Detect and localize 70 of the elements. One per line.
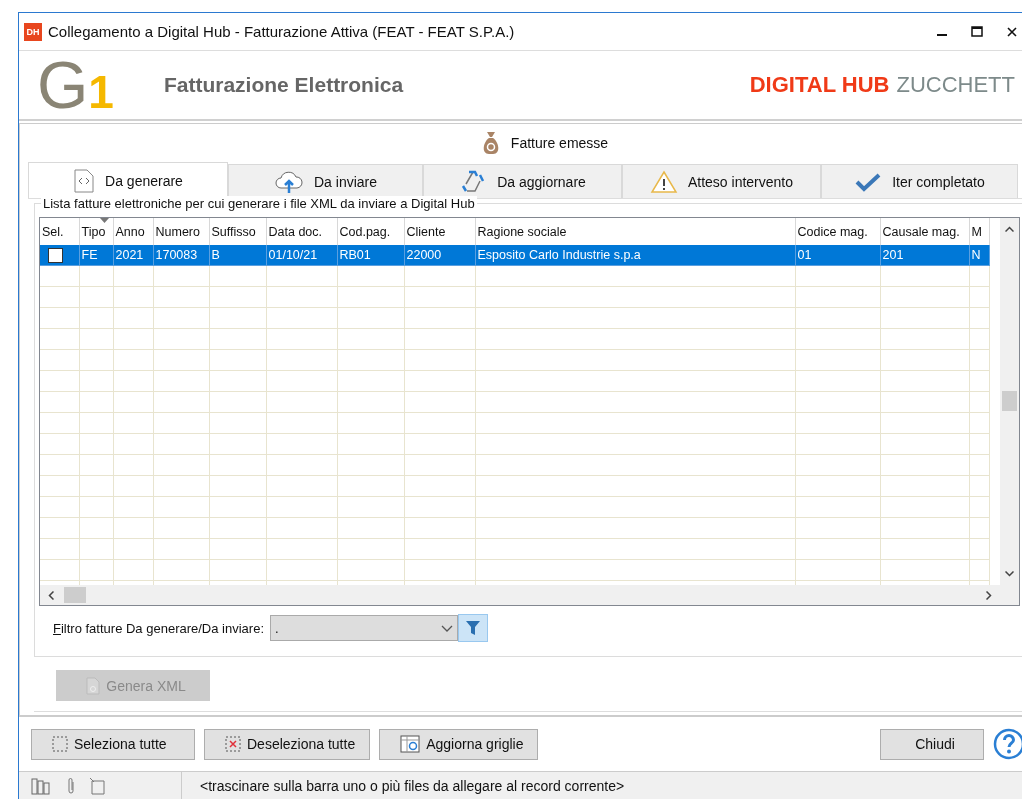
column-header[interactable]: Sel.: [42, 224, 64, 239]
column-header[interactable]: Numero: [155, 224, 200, 239]
table-cell: N: [971, 248, 981, 262]
maximize-icon[interactable]: [970, 26, 983, 37]
column-header[interactable]: M: [971, 224, 982, 239]
section-title: Fatture emesse: [510, 135, 609, 151]
column-header[interactable]: Ragione sociale: [477, 224, 567, 239]
column-header[interactable]: Codice mag.: [797, 224, 868, 239]
app-icon: DH: [24, 22, 42, 41]
column-header[interactable]: Cliente: [406, 224, 446, 239]
table-cell: Esposito Carlo Industrie s.p.a: [477, 248, 641, 262]
table-cell: FE: [81, 248, 98, 262]
filter-label: Filtro fatture Da generare/Da inviare:: [53, 620, 264, 636]
column-header[interactable]: Tipo: [81, 224, 106, 239]
table-cell: 170083: [155, 248, 198, 262]
tab[interactable]: Atteso intervento: [622, 164, 821, 198]
brand-logo: DIGITAL HUB ZUCCHETT: [749, 72, 1015, 98]
chevron-down-icon: [441, 624, 453, 632]
scroll-down-icon[interactable]: [1005, 571, 1014, 577]
close-dialog-button[interactable]: Chiudi: [880, 728, 984, 760]
tab[interactable]: Da inviare: [228, 164, 423, 198]
tab[interactable]: Da generare: [28, 162, 228, 198]
filter-dropdown[interactable]: .: [270, 615, 458, 641]
table-row[interactable]: FE 2021 170083 B 01/10/21 RB01 22000 Esposito Carlo Industrie s.p.a 01 201 N: [40, 245, 989, 266]
scroll-up-icon[interactable]: [1005, 226, 1014, 232]
tab[interactable]: Iter completato: [821, 164, 1018, 198]
table-cell: 2021: [115, 248, 144, 262]
close-icon[interactable]: [1006, 26, 1017, 37]
vertical-scrollbar[interactable]: [1000, 218, 1019, 605]
grid-refresh-icon: [400, 735, 421, 753]
paperclip-icon: [67, 777, 75, 795]
table-cell: RB01: [339, 248, 371, 262]
action-button[interactable]: Aggiorna griglie: [379, 728, 539, 760]
dotted-square-x-icon: [225, 736, 241, 752]
note-icon: [89, 777, 107, 795]
warning-icon: [649, 169, 678, 194]
scrollbar-thumb[interactable]: [64, 587, 86, 603]
cloud-upload-icon: [274, 169, 304, 194]
column-header[interactable]: Suffisso: [211, 224, 256, 239]
help-icon[interactable]: [993, 728, 1022, 760]
sort-arrow-icon: [99, 218, 109, 223]
table-cell: 01/10/21: [268, 248, 318, 262]
table-cell: 201: [882, 248, 904, 262]
filter-button[interactable]: [458, 614, 488, 642]
column-header[interactable]: Anno: [115, 224, 145, 239]
scroll-left-icon[interactable]: [48, 591, 54, 600]
checkmark-icon: [854, 171, 883, 192]
status-text: <trascinare sulla barra uno o più files da allegare al record corrente>: [199, 778, 625, 794]
column-header[interactable]: Data doc.: [268, 224, 322, 239]
action-button[interactable]: Deseleziona tutte: [204, 728, 371, 760]
checkbox[interactable]: [48, 247, 63, 263]
code-file-icon: [73, 168, 96, 193]
books-icon: [31, 777, 53, 795]
horizontal-scrollbar[interactable]: [40, 585, 1000, 605]
table-cell: 22000: [406, 248, 442, 262]
scroll-right-icon[interactable]: [986, 591, 992, 600]
column-header[interactable]: Cod.pag.: [339, 224, 391, 239]
tab[interactable]: Da aggiornare: [423, 164, 622, 198]
window-title: Collegamento a Digital Hub - Fatturazione Attiva (FEAT - FEAT S.P.A.): [48, 23, 515, 40]
logo: G1: [37, 55, 114, 115]
table-cell: 01: [797, 248, 812, 262]
app-title: Fatturazione Elettronica: [163, 73, 404, 97]
group-title: Lista fatture elettroniche per cui generare i file XML da inviare a Digital Hub: [41, 196, 477, 211]
table-cell: B: [211, 248, 220, 262]
action-button[interactable]: Seleziona tutte: [31, 728, 195, 760]
scrollbar-thumb[interactable]: [1002, 391, 1017, 411]
dotted-square-icon: [52, 736, 68, 752]
document-icon: [86, 676, 101, 695]
column-header[interactable]: Causale mag.: [882, 224, 960, 239]
funnel-icon: [465, 620, 481, 636]
